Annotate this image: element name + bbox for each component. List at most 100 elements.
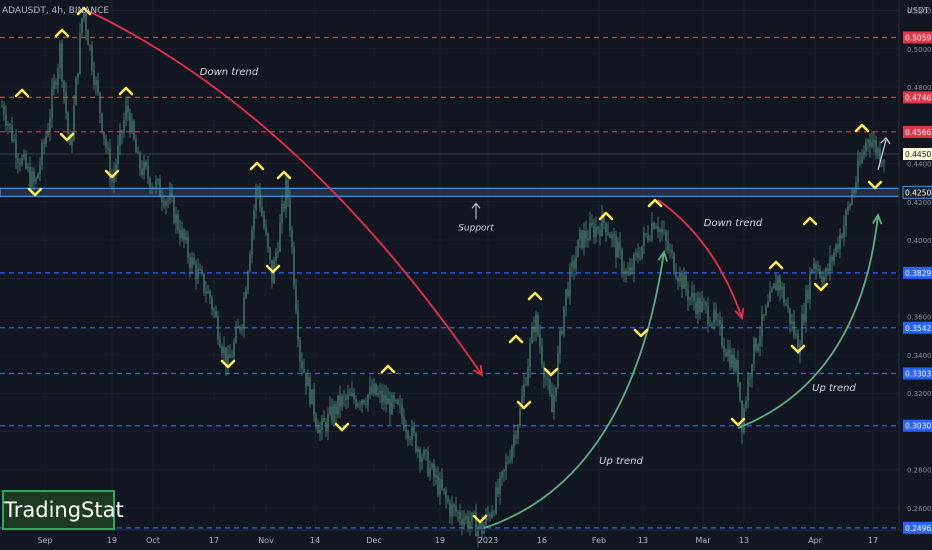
candle-body bbox=[815, 263, 817, 270]
candle-body bbox=[721, 324, 723, 346]
candle-body bbox=[593, 225, 595, 238]
candle-body bbox=[317, 424, 319, 434]
candle-body bbox=[631, 267, 633, 272]
candle-body bbox=[95, 80, 97, 85]
candle-body bbox=[79, 33, 81, 73]
candle-body bbox=[625, 270, 627, 274]
candle-body bbox=[581, 230, 583, 248]
candle-body bbox=[213, 309, 215, 312]
candle-body bbox=[359, 403, 361, 405]
candle-body bbox=[413, 426, 415, 434]
candle-body bbox=[153, 187, 155, 188]
candle-body bbox=[747, 378, 749, 401]
candle-body bbox=[759, 336, 761, 346]
candle-body bbox=[119, 130, 121, 146]
candle-body bbox=[423, 449, 425, 458]
candle-body bbox=[611, 234, 613, 239]
candle-body bbox=[629, 267, 631, 275]
candle-body bbox=[731, 354, 733, 368]
candle-body bbox=[67, 112, 69, 134]
candle-body bbox=[451, 504, 453, 517]
candle-body bbox=[45, 135, 47, 145]
candle-body bbox=[751, 364, 753, 378]
candle-body bbox=[859, 161, 861, 163]
candle-body bbox=[543, 364, 545, 379]
candle-body bbox=[335, 404, 337, 415]
candle-body bbox=[287, 179, 289, 198]
candle-body bbox=[355, 399, 357, 407]
candle-body bbox=[321, 418, 323, 430]
candle-body bbox=[165, 200, 167, 206]
candle-body bbox=[559, 331, 561, 354]
candle-body bbox=[873, 139, 875, 143]
candle-body bbox=[7, 124, 9, 126]
candle-body bbox=[291, 230, 293, 247]
candle-body bbox=[613, 234, 615, 237]
candle-body bbox=[783, 287, 785, 303]
candle-body bbox=[393, 395, 395, 402]
candle-body bbox=[687, 289, 689, 301]
time-tick-label: Apr bbox=[808, 536, 823, 545]
candle-body bbox=[377, 392, 379, 396]
candle-body bbox=[465, 515, 467, 520]
candle-body bbox=[779, 276, 781, 291]
candle-body bbox=[311, 389, 313, 405]
candle-body bbox=[699, 297, 701, 313]
candle-body bbox=[513, 434, 515, 447]
candle-body bbox=[763, 314, 765, 316]
candle-body bbox=[289, 197, 291, 231]
candle-body bbox=[121, 130, 123, 134]
key-level-label: 0.2496 bbox=[905, 524, 931, 533]
candle-body bbox=[409, 439, 411, 441]
candle-body bbox=[387, 398, 389, 405]
currency-label: USDT bbox=[907, 6, 929, 15]
time-tick-label: Nov bbox=[258, 536, 274, 545]
candle-body bbox=[877, 148, 879, 153]
candle-body bbox=[57, 68, 59, 86]
price-tick-label: 0.4200 bbox=[907, 199, 932, 207]
candle-body bbox=[449, 502, 451, 517]
candle-body bbox=[375, 383, 377, 396]
candle-body bbox=[275, 252, 277, 261]
candle-body bbox=[719, 320, 721, 325]
time-tick-label: 19 bbox=[107, 536, 117, 545]
candle-body bbox=[199, 268, 201, 271]
candle-body bbox=[535, 314, 537, 333]
candle-body bbox=[169, 192, 171, 200]
candle-body bbox=[591, 222, 593, 226]
candle-body bbox=[339, 395, 341, 408]
candle-body bbox=[827, 268, 829, 272]
candle-body bbox=[211, 298, 213, 310]
candle-body bbox=[437, 475, 439, 495]
candle-body bbox=[19, 162, 21, 165]
candle-body bbox=[489, 514, 491, 518]
candle-body bbox=[293, 246, 295, 285]
price-tick-label: 0.4800 bbox=[907, 84, 932, 92]
candle-body bbox=[851, 194, 853, 205]
candle-body bbox=[395, 399, 397, 402]
candle-body bbox=[349, 394, 351, 396]
candle-body bbox=[551, 394, 553, 413]
chart-canvas[interactable]: Support Down trend Down trend Up trend Up tr… bbox=[0, 0, 932, 550]
candle-body bbox=[443, 488, 445, 491]
candle-body bbox=[481, 521, 483, 534]
candle-body bbox=[833, 252, 835, 262]
candle-body bbox=[277, 251, 279, 253]
chart-window: Support Down trend Down trend Up trend Up tr… bbox=[0, 0, 932, 550]
candle-body bbox=[171, 192, 173, 198]
time-tick-label: Mar bbox=[695, 536, 711, 545]
candle-body bbox=[239, 326, 241, 330]
candle-body bbox=[865, 141, 867, 152]
candle-body bbox=[29, 166, 31, 187]
candle-body bbox=[35, 178, 37, 183]
candle-body bbox=[853, 190, 855, 195]
candle-body bbox=[303, 368, 305, 373]
candle-body bbox=[467, 515, 469, 528]
candle-body bbox=[233, 342, 235, 357]
candle-body bbox=[497, 487, 499, 494]
candle-body bbox=[93, 70, 95, 85]
candle-body bbox=[5, 115, 7, 126]
candle-body bbox=[787, 305, 789, 309]
candle-body bbox=[139, 153, 141, 169]
candle-body bbox=[65, 92, 67, 113]
